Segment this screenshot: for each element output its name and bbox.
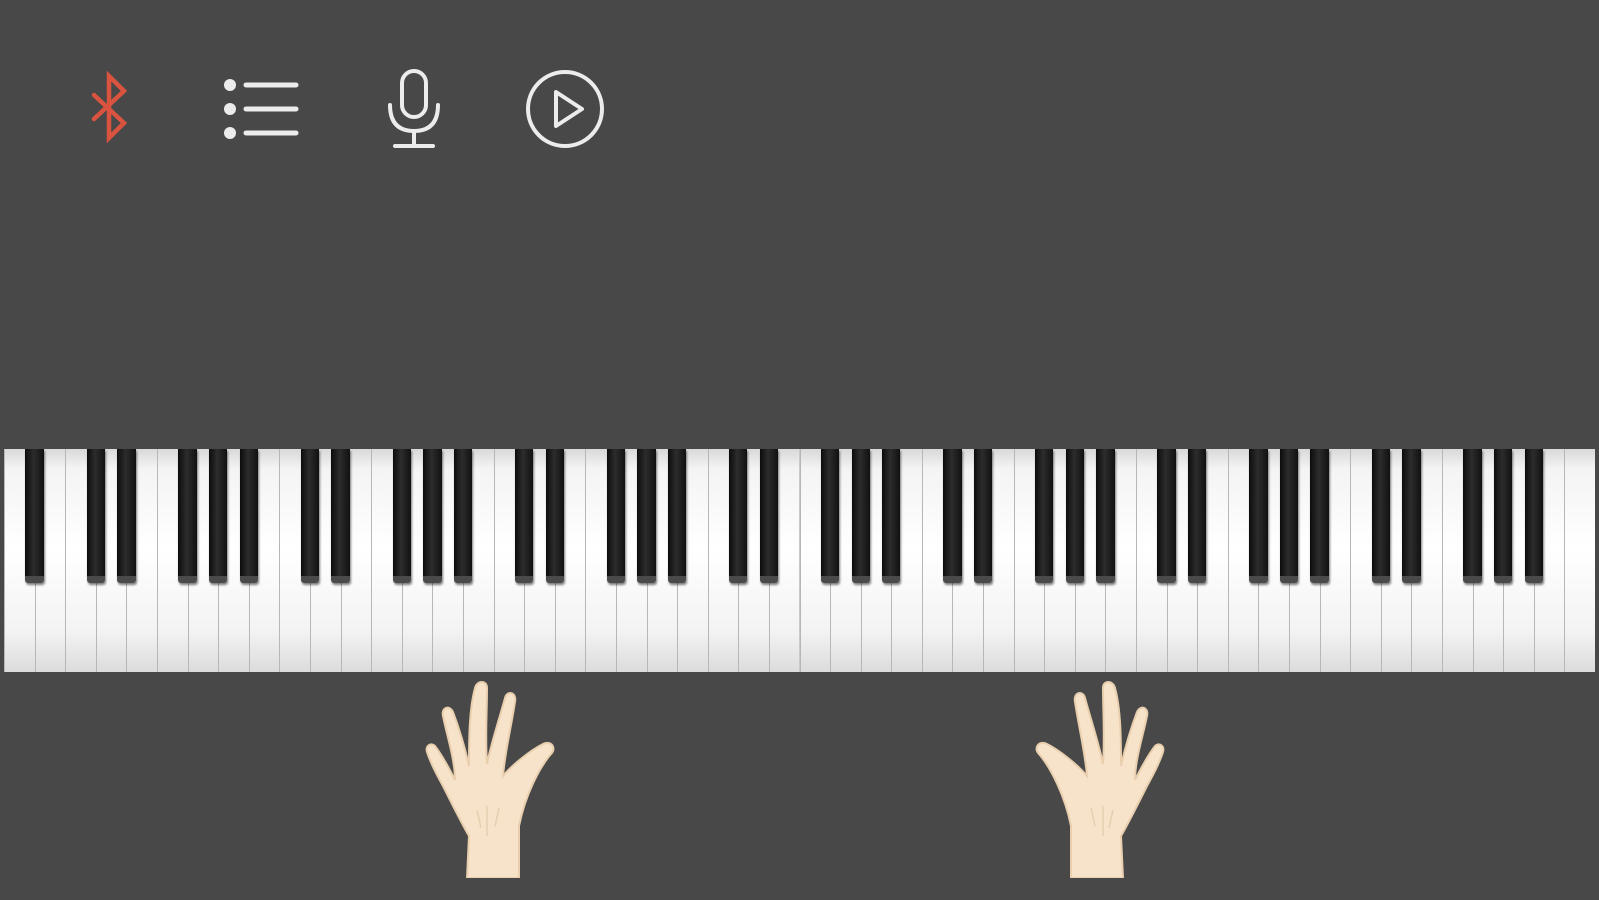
black-key-f-sharp[interactable]: [1463, 449, 1482, 583]
black-key-c-sharp[interactable]: [1371, 449, 1390, 583]
black-key-d-sharp[interactable]: [1188, 449, 1207, 583]
bluetooth-button[interactable]: [67, 66, 153, 152]
black-key-c-sharp[interactable]: [86, 449, 105, 583]
black-key-d-sharp[interactable]: [1402, 449, 1421, 583]
black-key-a-sharp[interactable]: [1310, 449, 1329, 583]
song-list-button[interactable]: [218, 66, 304, 152]
black-key-f-sharp[interactable]: [820, 449, 840, 583]
list-icon: [224, 79, 299, 139]
black-key-g-sharp[interactable]: [851, 449, 870, 583]
black-key-f-sharp[interactable]: [606, 449, 626, 583]
piano-app: [0, 0, 1599, 900]
black-key-c-sharp[interactable]: [300, 449, 320, 583]
black-key-a-sharp[interactable]: [882, 449, 901, 583]
black-key-g-sharp[interactable]: [423, 449, 442, 583]
play-button[interactable]: [522, 66, 608, 152]
black-key-g-sharp[interactable]: [1065, 449, 1085, 583]
bluetooth-icon: [91, 70, 128, 144]
white-key-c[interactable]: [1564, 449, 1595, 672]
black-key-f-sharp[interactable]: [392, 449, 411, 583]
black-key-g-sharp[interactable]: [208, 449, 228, 583]
piano-keyboard[interactable]: [4, 449, 1595, 672]
record-button[interactable]: [371, 66, 457, 152]
black-key-g-sharp[interactable]: [1279, 449, 1299, 583]
black-key-d-sharp[interactable]: [117, 449, 136, 583]
black-key-a-sharp[interactable]: [1524, 449, 1543, 583]
black-key-d-sharp[interactable]: [545, 449, 564, 583]
right-hand-icon: [1035, 681, 1165, 878]
black-key-a-sharp[interactable]: [239, 449, 258, 583]
black-key-f-sharp[interactable]: [178, 449, 197, 583]
microphone-icon: [388, 69, 440, 148]
black-key-a-sharp[interactable]: [1096, 449, 1115, 583]
black-key-c-sharp[interactable]: [943, 449, 962, 583]
black-key-a-sharp[interactable]: [667, 449, 687, 583]
black-key-c-sharp[interactable]: [729, 449, 748, 583]
black-key-g-sharp[interactable]: [637, 449, 656, 583]
black-key-c-sharp[interactable]: [514, 449, 534, 583]
black-key-f-sharp[interactable]: [1035, 449, 1054, 583]
black-key-d-sharp[interactable]: [973, 449, 993, 583]
black-key-f-sharp[interactable]: [1249, 449, 1268, 583]
black-key-a-sharp[interactable]: [453, 449, 473, 583]
black-key-c-sharp[interactable]: [1157, 449, 1176, 583]
play-circle-icon: [526, 70, 604, 148]
black-key-a-sharp[interactable]: [25, 449, 44, 583]
black-key-d-sharp[interactable]: [331, 449, 350, 583]
black-key-g-sharp[interactable]: [1494, 449, 1513, 583]
left-hand-icon: [425, 681, 555, 878]
black-key-d-sharp[interactable]: [759, 449, 779, 583]
